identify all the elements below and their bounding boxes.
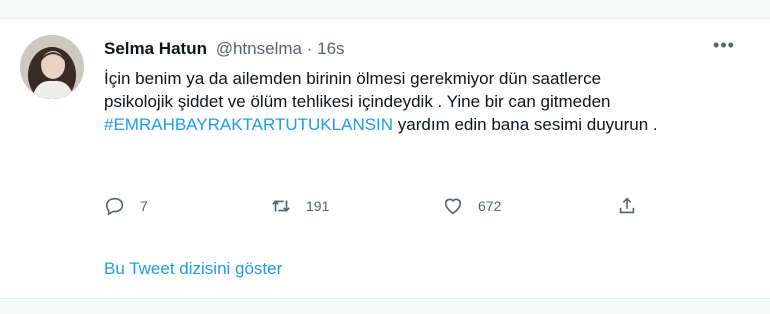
top-divider xyxy=(0,0,770,19)
share-icon xyxy=(619,197,635,214)
show-thread-link[interactable]: Bu Tweet dizisini göster xyxy=(104,259,282,279)
more-icon[interactable]: ••• xyxy=(712,36,736,57)
bottom-divider xyxy=(0,298,770,314)
tweet-text-start: İçin benim ya da ailemden birinin ölmesi… xyxy=(104,69,611,111)
tweet-time[interactable]: 16s xyxy=(317,39,344,58)
heart-icon xyxy=(444,198,462,215)
tweet-text-end: yardım edin bana sesimi duyurun . xyxy=(393,115,658,134)
tweet-card[interactable]: Selma Hatun @htnselma · 16s ••• İçin ben… xyxy=(0,19,770,297)
like-button[interactable]: 672 xyxy=(442,193,501,219)
avatar[interactable] xyxy=(20,35,84,99)
author-handle[interactable]: @htnselma xyxy=(216,39,302,58)
retweet-count: 191 xyxy=(306,198,330,214)
share-button[interactable] xyxy=(616,193,652,219)
like-count: 672 xyxy=(478,198,502,214)
tweet-actions: 7 191 672 xyxy=(104,193,664,219)
retweet-icon xyxy=(272,200,290,212)
meta-separator: · xyxy=(306,39,313,58)
reply-icon xyxy=(105,197,124,216)
tweet-text: İçin benim ya da ailemden birinin ölmesi… xyxy=(104,67,664,136)
hashtag-link[interactable]: #EMRAHBAYRAKTARTUTUKLANSIN xyxy=(104,115,393,134)
avatar-image xyxy=(20,35,84,99)
author-name[interactable]: Selma Hatun xyxy=(104,39,207,58)
tweet-page: Selma Hatun @htnselma · 16s ••• İçin ben… xyxy=(0,0,770,314)
retweet-button[interactable]: 191 xyxy=(270,193,329,219)
reply-button[interactable]: 7 xyxy=(104,193,148,219)
reply-count: 7 xyxy=(140,198,148,214)
tweet-header: Selma Hatun @htnselma · 16s xyxy=(104,39,345,59)
